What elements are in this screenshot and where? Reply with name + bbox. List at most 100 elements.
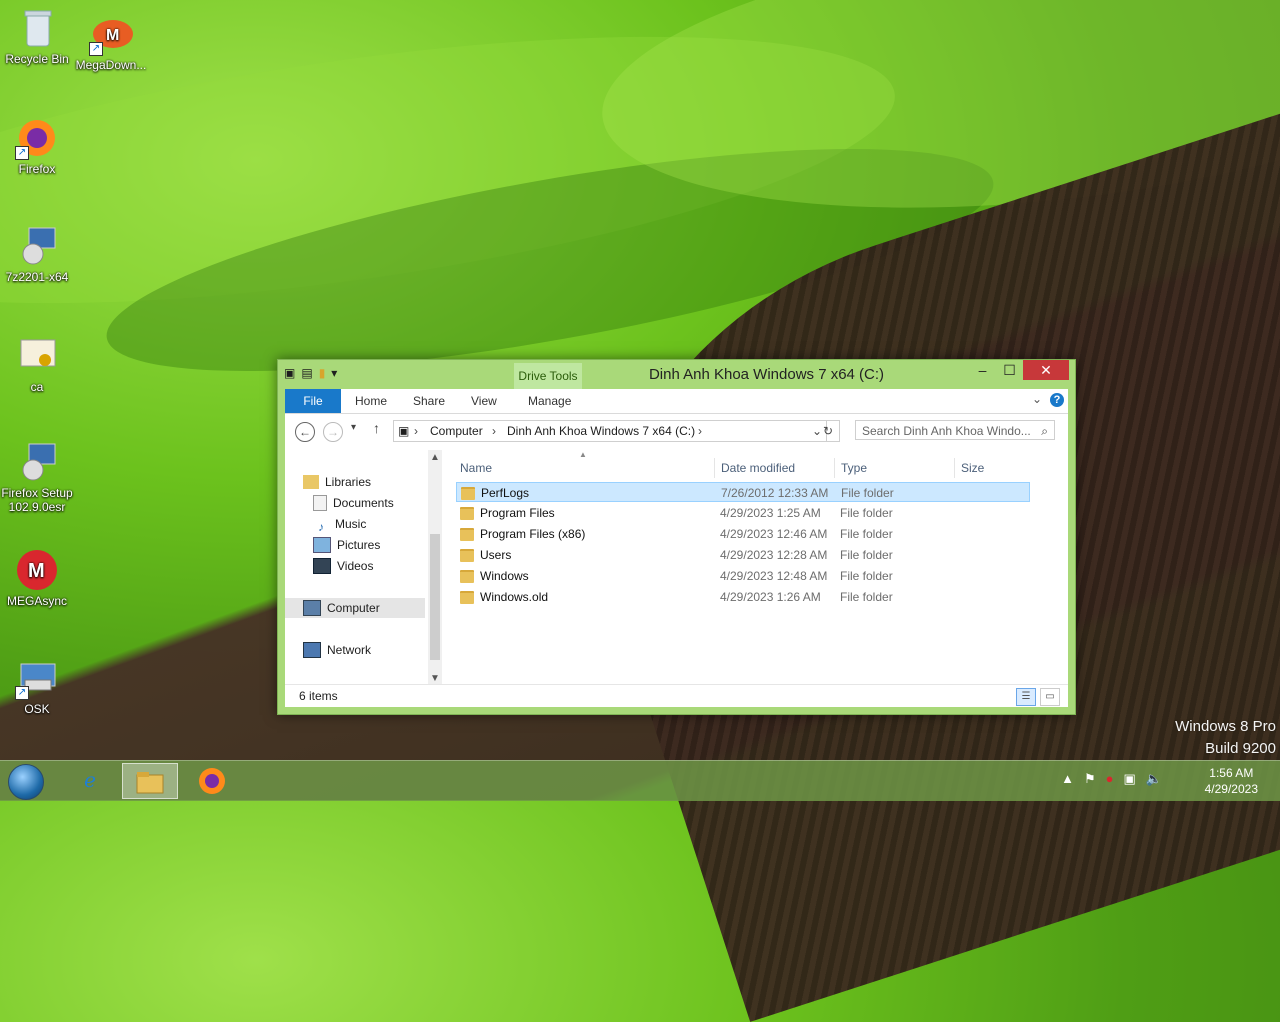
megasync-icon: M [15,548,59,592]
file-name: Windows.old [480,590,549,604]
scroll-down-icon[interactable]: ▼ [430,673,440,684]
nav-pictures[interactable]: Pictures [313,535,380,555]
nav-documents[interactable]: Documents [313,493,394,513]
volume-muted-icon[interactable]: 🔈 [1146,771,1162,787]
tab-view[interactable]: View [471,389,497,413]
navigation-pane: Libraries Documents ♪ Music Pictures Vid… [285,450,442,686]
file-date: 4/29/2023 12:28 AM [720,548,828,562]
table-row[interactable]: PerfLogs 7/26/2012 12:33 AM File folder [456,482,1030,502]
folder-icon [461,487,475,500]
column-divider[interactable] [714,458,715,478]
table-row[interactable]: Windows 4/29/2023 12:48 AM File folder [456,566,1030,586]
network-tray-icon[interactable]: ▣ [1124,771,1136,787]
back-button[interactable]: ← [295,422,315,442]
desktop-icon-firefox-setup[interactable]: Firefox Setup 102.9.0esr [0,440,74,514]
mega-tray-icon[interactable]: ● [1106,771,1114,787]
action-center-flag-icon[interactable]: ⚑ [1084,771,1096,787]
os-watermark: Windows 8 Pro Build 9200 [1175,716,1276,760]
table-row[interactable]: Windows.old 4/29/2023 1:26 AM File folde… [456,587,1030,607]
nav-music[interactable]: ♪ Music [313,514,366,534]
nav-label: Computer [327,601,380,615]
breadcrumb-drive[interactable]: Dinh Anh Khoa Windows 7 x64 (C:) [507,421,695,441]
installer-icon [15,224,59,268]
firefox-taskbar-icon[interactable] [184,763,240,799]
scroll-up-icon[interactable]: ▲ [430,452,440,463]
properties-icon[interactable]: ▤ [301,366,312,380]
watermark-line: Windows 8 Pro [1175,718,1276,735]
minimize-button[interactable]: – [969,360,996,380]
recycle-bin-icon [15,6,59,50]
nav-label: Documents [333,496,394,510]
large-icons-view-icon[interactable]: ▭ [1040,688,1060,706]
details-view-icon[interactable]: ☰ [1016,688,1036,706]
file-name: Windows [480,569,529,583]
breadcrumb-separator-icon[interactable]: › [492,421,496,441]
forward-button[interactable]: → [323,422,343,442]
desktop-icon-osk[interactable]: ↗ OSK [0,656,74,716]
breadcrumb-computer[interactable]: Computer [430,421,483,441]
refresh-button[interactable]: ↻ [817,420,840,442]
up-button[interactable]: ↑ [373,420,380,436]
title-bar[interactable]: ▣ ▤ ▮ ▾ Drive Tools Dinh Anh Khoa Window… [278,360,1075,389]
address-row: ← → ▾ ↑ ▣ › Computer › Dinh Anh Khoa Win… [285,414,1068,450]
maximize-button[interactable]: ☐ [996,360,1023,380]
scroll-thumb[interactable] [430,534,440,660]
desktop-icon-megadownloader[interactable]: M ↗ MegaDown... [74,12,148,72]
table-row[interactable]: Program Files 4/29/2023 1:25 AM File fol… [456,503,1030,523]
column-divider[interactable] [834,458,835,478]
desktop-icon-recycle-bin[interactable]: Recycle Bin [0,6,74,66]
nav-libraries[interactable]: Libraries [303,472,371,492]
nav-videos[interactable]: Videos [313,556,373,576]
keyboard-icon: ↗ [15,656,59,700]
clock-time: 1:56 AM [1209,766,1254,780]
shortcut-arrow-icon: ↗ [89,42,103,56]
breadcrumb-separator-icon[interactable]: › [698,421,702,441]
system-clock[interactable]: 1:56 AM 4/29/2023 [1205,765,1258,797]
column-header-type[interactable]: Type [841,458,867,478]
desktop-icon-label: Firefox Setup 102.9.0esr [1,486,73,514]
file-list: ▲ Name Date modified Type Size PerfLogs … [442,450,1068,686]
breadcrumb-separator-icon[interactable]: › [414,421,418,441]
certificate-icon [15,334,59,378]
address-bar[interactable]: ▣ › Computer › Dinh Anh Khoa Windows 7 x… [393,420,827,442]
libraries-icon [303,475,319,489]
column-header-name[interactable]: Name [460,458,492,478]
tab-share[interactable]: Share [413,389,445,413]
nav-label: Pictures [337,538,381,552]
file-date: 4/29/2023 1:25 AM [720,506,821,520]
internet-explorer-icon[interactable]: ℯ [62,763,118,799]
desktop-icon-7z-installer[interactable]: 7z2201-x64 [0,224,74,284]
shortcut-arrow-icon: ↗ [15,146,29,160]
new-folder-icon[interactable]: ▮ [319,366,326,380]
table-row[interactable]: Program Files (x86) 4/29/2023 12:46 AM F… [456,524,1030,544]
column-divider[interactable] [954,458,955,478]
recent-locations-icon[interactable]: ▾ [351,422,356,433]
desktop-icon-ca[interactable]: ca [0,334,74,394]
tab-manage[interactable]: Manage [528,389,571,413]
file-explorer-icon[interactable] [122,763,178,799]
tab-home[interactable]: Home [355,389,387,413]
search-input[interactable]: Search Dinh Anh Khoa Windo... ⌕ [855,420,1055,440]
nav-label: Libraries [325,475,372,489]
search-icon: ⌕ [1041,424,1048,438]
nav-scrollbar[interactable]: ▲ ▼ [428,450,442,686]
nav-network[interactable]: Network [303,640,371,660]
table-row[interactable]: Users 4/29/2023 12:28 AM File folder [456,545,1030,565]
file-date: 4/29/2023 1:26 AM [720,590,821,604]
file-date: 4/29/2023 12:46 AM [720,527,828,541]
help-icon[interactable]: ? [1050,393,1064,407]
expand-ribbon-icon[interactable]: ⌄ [1032,392,1042,406]
desktop-icon-megasync[interactable]: M MEGAsync [0,548,74,608]
folder-icon [460,507,474,520]
close-button[interactable]: ✕ [1023,360,1069,380]
column-header-date[interactable]: Date modified [721,458,795,478]
desktop-icon-firefox[interactable]: ↗ Firefox [0,116,74,176]
start-button[interactable] [8,764,44,800]
customize-dropdown-icon[interactable]: ▾ [331,366,337,380]
nav-computer[interactable]: Computer [285,598,425,618]
tab-file[interactable]: File [285,389,341,413]
pictures-icon [313,537,331,553]
column-header-size[interactable]: Size [961,458,984,478]
file-name: Users [480,548,512,562]
show-hidden-icons-icon[interactable]: ▲ [1061,771,1074,787]
